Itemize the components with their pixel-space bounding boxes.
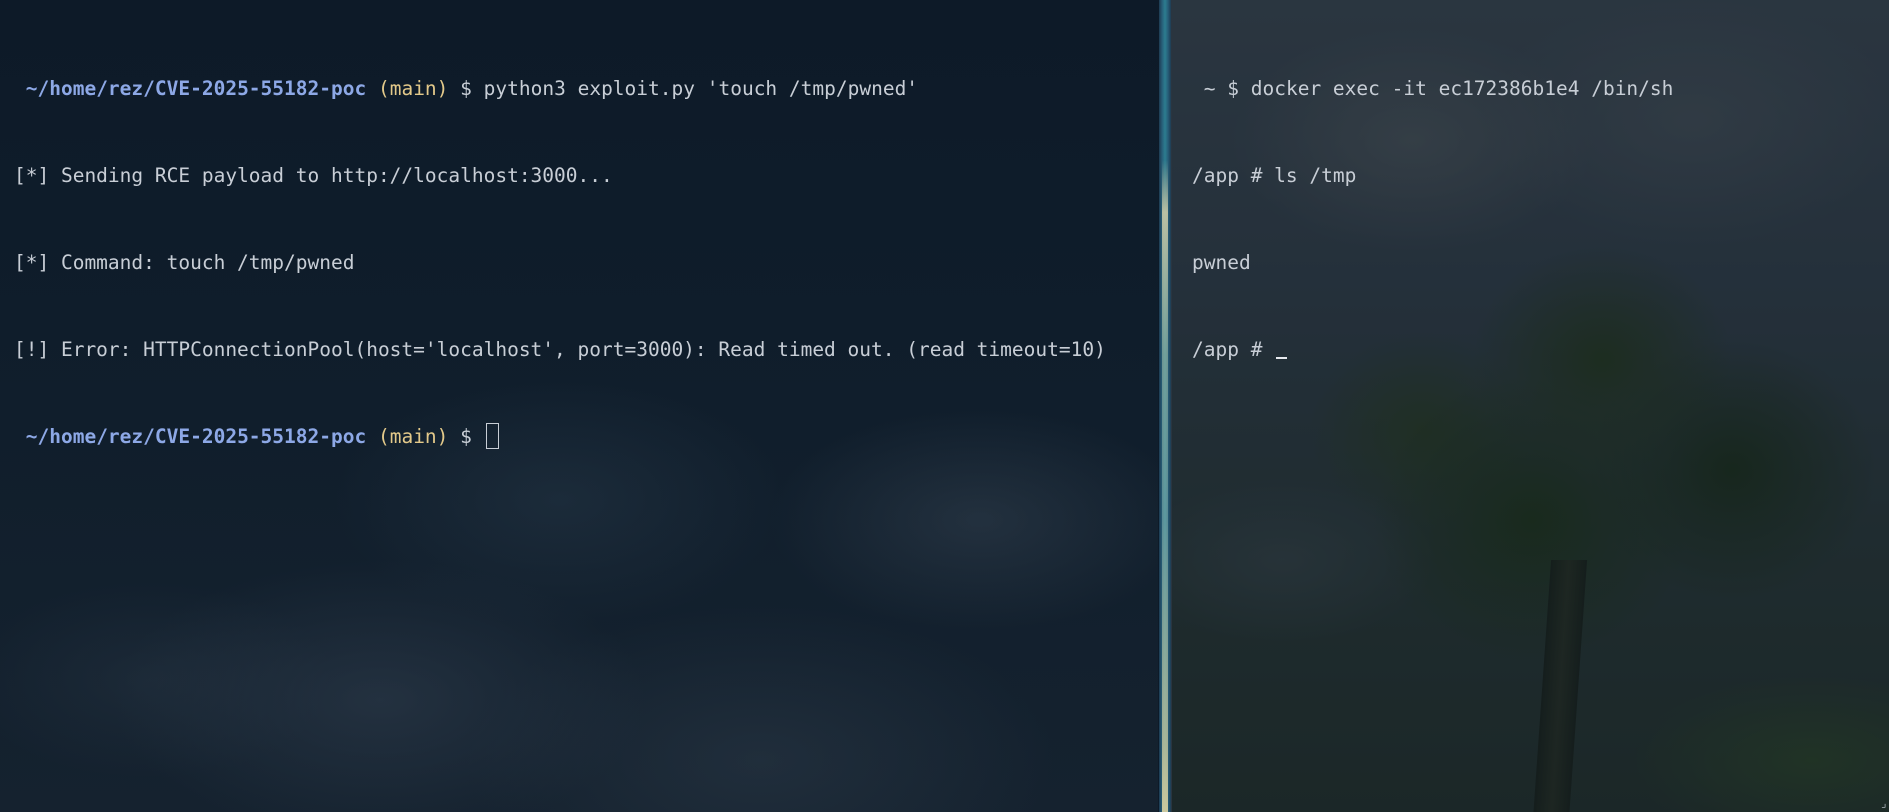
output-line: [*] Sending RCE payload to http://localh… bbox=[14, 164, 613, 187]
cursor-block-icon bbox=[485, 423, 499, 449]
prompt-path: ~/home/rez/CVE-2025-55182-poc bbox=[25, 77, 367, 100]
shell-line: pwned bbox=[1192, 251, 1251, 274]
prompt-path: ~ bbox=[1203, 77, 1216, 100]
current-prompt-line[interactable]: ~/home/rez/CVE-2025-55182-poc (main) $ bbox=[14, 422, 1106, 451]
prompt-branch: (main) bbox=[377, 77, 449, 100]
cursor-underline-icon bbox=[1276, 357, 1288, 359]
resize-corner-icon[interactable]: ⌟ bbox=[1880, 797, 1887, 810]
desktop: ~/home/rez/CVE-2025-55182-poc (main) $ p… bbox=[0, 0, 1889, 812]
shell-prompt: /app # bbox=[1192, 338, 1263, 361]
prompt-symbol: $ bbox=[460, 425, 472, 448]
output-line: [!] Error: HTTPConnectionPool(host='loca… bbox=[14, 338, 1106, 361]
right-terminal-output: ~ $ docker exec -it ec172386b1e4 /bin/sh… bbox=[1192, 16, 1673, 422]
left-terminal-output: ~/home/rez/CVE-2025-55182-poc (main) $ p… bbox=[14, 16, 1106, 509]
prompt-path: ~/home/rez/CVE-2025-55182-poc bbox=[25, 425, 367, 448]
shell-line: /app # ls /tmp bbox=[1192, 164, 1357, 187]
output-line: [*] Command: touch /tmp/pwned bbox=[14, 251, 355, 274]
prompt-branch: (main) bbox=[377, 425, 449, 448]
pane-divider-highlight bbox=[1162, 160, 1168, 812]
prompt-symbol: $ bbox=[460, 77, 472, 100]
entered-command: docker exec -it ec172386b1e4 /bin/sh bbox=[1250, 77, 1674, 100]
command-line: ~ $ docker exec -it ec172386b1e4 /bin/sh bbox=[1192, 74, 1674, 103]
command-line: ~/home/rez/CVE-2025-55182-poc (main) $ p… bbox=[14, 74, 1106, 103]
wallpaper-tree-trunk bbox=[1532, 560, 1588, 812]
entered-command: python3 exploit.py 'touch /tmp/pwned' bbox=[483, 77, 919, 100]
current-prompt-line[interactable]: /app # bbox=[1192, 335, 1673, 364]
prompt-symbol: $ bbox=[1227, 77, 1239, 100]
